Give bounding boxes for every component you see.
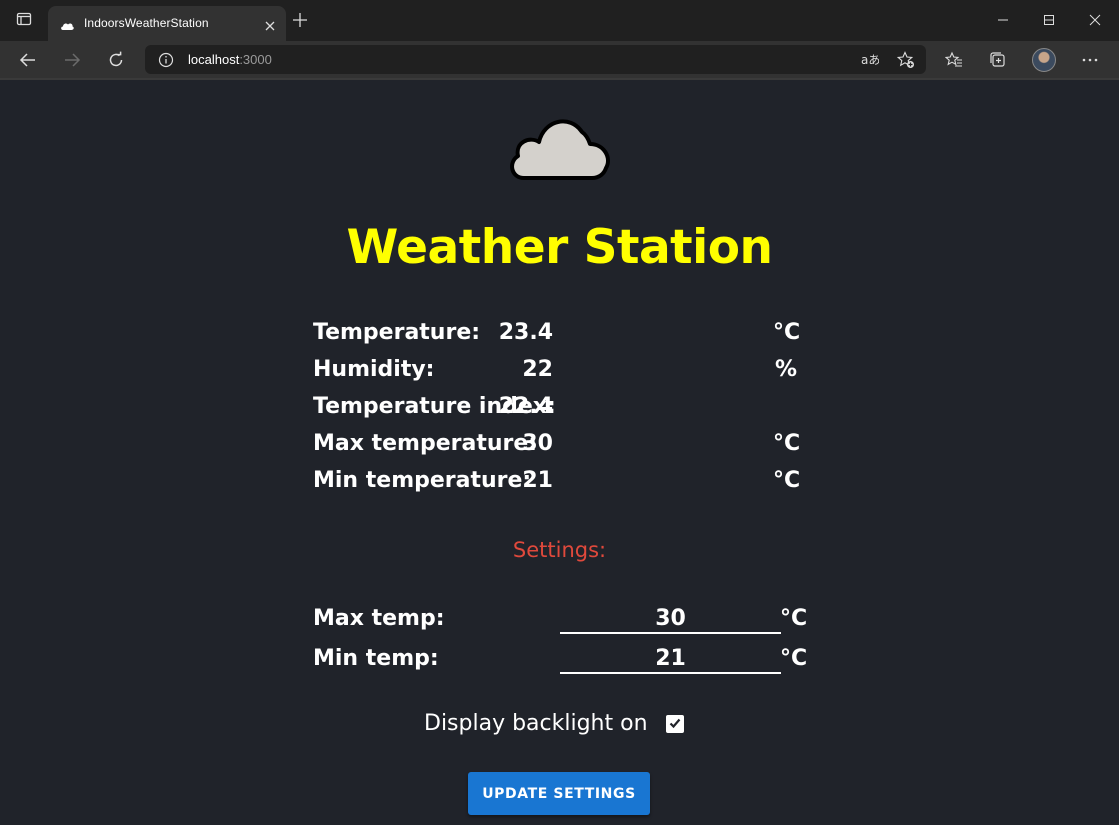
sidebar-icon [16,11,32,31]
reading-label: Humidity: [313,357,435,382]
cloud-icon [60,17,74,36]
reading-value: 30 [522,431,553,456]
settings-heading: Settings: [512,538,607,562]
url-text[interactable]: localhost:3000 [188,52,272,67]
max-temp-input[interactable] [560,604,781,634]
max-temp-setting: Max temp: °C [313,604,813,640]
info-icon[interactable] [157,51,175,69]
more-icon[interactable] [1078,48,1102,72]
update-settings-button[interactable]: UPDATE SETTINGS [468,772,650,815]
backlight-checkbox[interactable] [665,714,684,733]
min-temp-input[interactable] [560,644,781,674]
close-icon[interactable] [264,17,276,36]
page-title: Weather Station [346,220,773,275]
reading-unit: % [775,357,798,382]
reading-humidity: Humidity: 22 % [313,357,813,389]
min-temp-label: Min temp: [313,646,439,671]
back-icon[interactable] [16,48,40,72]
add-favorite-icon[interactable] [897,51,915,69]
refresh-icon[interactable] [104,48,128,72]
forward-icon [60,48,84,72]
browser-tab[interactable]: IndoorsWeatherStation [48,6,286,41]
reading-value: 22.4 [498,394,553,419]
favorites-icon[interactable] [942,48,966,72]
minimize-button-area[interactable] [980,0,1026,40]
browser-toolbar: localhost:3000 aあ [0,41,1119,78]
maximize-icon[interactable] [1026,0,1072,40]
reading-unit: °C [773,431,801,456]
svg-text:aあ: aあ [861,53,879,67]
max-temp-unit: °C [780,606,808,631]
reading-value: 22 [522,357,553,382]
reading-max-temperature: Max temperature: 30 °C [313,431,813,463]
reading-value: 21 [522,468,553,493]
collections-icon[interactable] [986,48,1010,72]
reading-min-temperature: Min temperature: 21 °C [313,468,813,500]
backlight-label: Display backlight on [424,711,648,736]
close-window-icon[interactable] [1072,0,1118,40]
url-port: :3000 [239,52,272,67]
reading-unit: °C [773,468,801,493]
reading-value: 23.4 [498,320,553,345]
max-temp-label: Max temp: [313,606,445,631]
avatar[interactable] [1032,48,1056,72]
reading-temperature-index: Temperature index: 22.4 [313,394,813,426]
backlight-setting: Display backlight on [424,711,684,736]
url-host: localhost [188,52,240,67]
reading-unit: °C [773,320,801,345]
address-bar[interactable]: localhost:3000 aあ [145,45,926,74]
min-temp-setting: Min temp: °C [313,644,813,680]
plus-icon[interactable] [292,12,308,32]
tab-actions-button[interactable] [7,6,41,36]
page-content: Weather Station Temperature: 23.4 °C Hum… [0,80,1119,825]
tab-bar: IndoorsWeatherStation [0,0,1119,41]
read-aloud-icon[interactable]: aあ [861,51,879,69]
tab-title: IndoorsWeatherStation [84,16,209,30]
cloud-icon [506,114,612,186]
reading-temperature: Temperature: 23.4 °C [313,320,813,352]
min-temp-unit: °C [780,646,808,671]
check-icon [668,711,682,736]
